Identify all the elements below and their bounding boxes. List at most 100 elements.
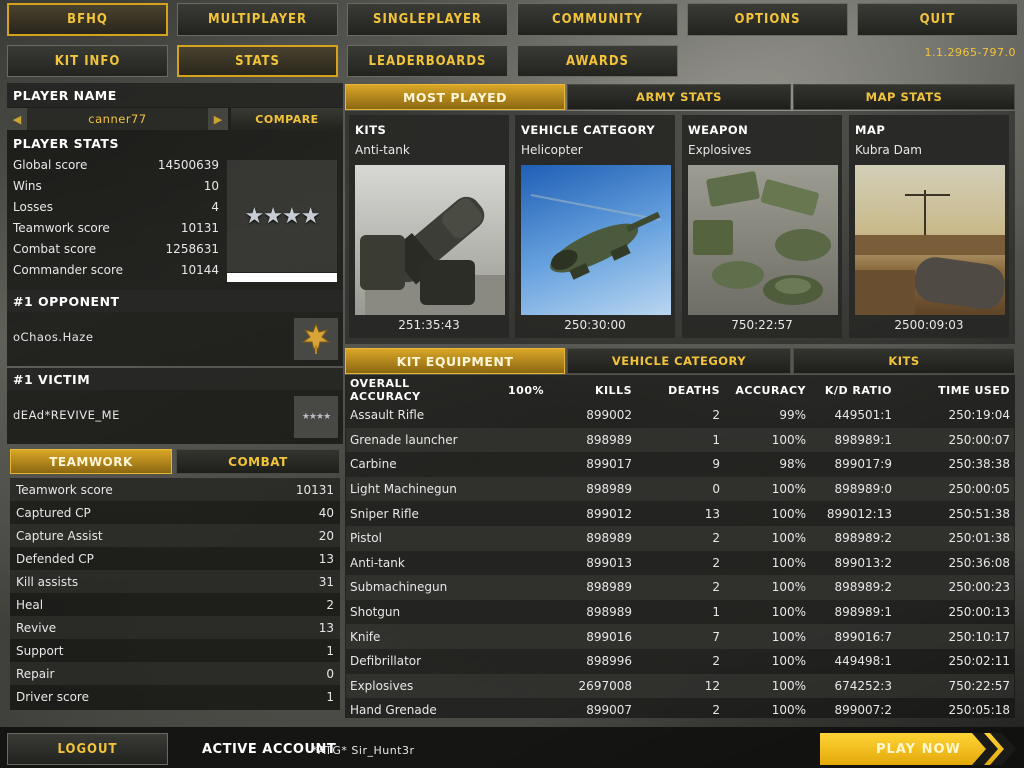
subnav-awards[interactable]: AWARDS [517, 45, 678, 77]
table-cell: 100% [724, 673, 810, 699]
table-cell: 2 [712, 703, 720, 718]
table-cell: 250:10:17 [896, 624, 1014, 649]
teamwork-row: Support 1 [10, 639, 340, 662]
teamwork-row: Heal 2 [10, 593, 340, 616]
table-cell: 1 [712, 605, 720, 620]
teamwork-value: 31 [318, 574, 334, 589]
table-cell: 898989:1 [810, 427, 896, 453]
table-cell [488, 698, 548, 723]
opponent-rank-badge [294, 318, 338, 360]
subnav-kit-info[interactable]: KIT INFO [7, 45, 168, 77]
card-time: 2500:09:03 [894, 318, 964, 332]
table-row: Anti-tank 899013 2 100% 899013:2 250:36:08 [346, 551, 1014, 576]
stat-value: 14500639 [157, 157, 219, 172]
tab-most-played[interactable]: MOST PLAYED [345, 84, 565, 110]
teamwork-row: Kill assists 31 [10, 570, 340, 593]
table-cell: 899013:2 [834, 555, 893, 570]
most-played-vehicle-card[interactable]: VEHICLE CATEGORY Helicopter 250:30:00 [515, 115, 675, 338]
table-cell: 250:00:07 [896, 427, 1014, 453]
tab-combat[interactable]: COMBAT [176, 449, 340, 474]
teamwork-label: Kill assists [16, 574, 79, 589]
teamwork-value: 1 [326, 689, 334, 704]
card-title: VEHICLE CATEGORY [521, 123, 656, 137]
nav-quit[interactable]: QUIT [857, 3, 1018, 36]
table-cell: 250:05:18 [948, 703, 1010, 718]
table-cell: 674252:3 [810, 673, 896, 699]
weapon-name-cell: Sniper Rifle [350, 506, 419, 521]
nav-multiplayer[interactable]: MULTIPLAYER [177, 3, 338, 36]
tab-kits[interactable]: KITS [793, 348, 1015, 374]
nav-community[interactable]: COMMUNITY [517, 3, 678, 36]
table-cell: 2 [712, 408, 720, 423]
most-played-map-card[interactable]: MAP Kubra Dam 2500:09:03 [849, 115, 1009, 338]
table-row: Pistol 898989 2 100% 898989:2 250:01:38 [346, 525, 1014, 551]
subnav-stats[interactable]: STATS [177, 45, 338, 77]
stat-value: 1258631 [165, 241, 219, 256]
teamwork-label: Captured CP [16, 505, 91, 520]
table-cell: 250:00:05 [896, 476, 1014, 502]
stat-label: Combat score [13, 241, 97, 256]
table-cell: 100% [771, 605, 806, 620]
card-value: Helicopter [521, 143, 583, 157]
table-cell: 898996 [586, 654, 632, 669]
table-cell: 100% [771, 703, 806, 718]
logout-button[interactable]: LOGOUT [7, 733, 168, 765]
nav-options[interactable]: OPTIONS [687, 3, 848, 36]
table-cell: 250:00:23 [896, 575, 1014, 600]
table-row: Knife 899016 7 100% 899016:7 250:10:17 [346, 624, 1014, 649]
weapon-name-cell: Submachinegun [346, 575, 488, 600]
table-cell: 2697008 [548, 673, 636, 699]
teamwork-row: Revive 13 [10, 616, 340, 639]
opponent-panel: #1 OPPONENT oChaos.Haze [7, 290, 343, 366]
table-cell: 250:36:08 [948, 555, 1010, 570]
stat-row: Combat score 1258631 [7, 238, 225, 259]
table-cell: 750:22:57 [896, 673, 1014, 699]
subnav-leaderboards[interactable]: LEADERBOARDS [347, 45, 508, 77]
stat-value: 10144 [180, 262, 219, 277]
tab-army-stats[interactable]: ARMY STATS [567, 84, 791, 110]
teamwork-label: Repair [16, 666, 55, 681]
stat-row: Wins 10 [7, 175, 225, 196]
active-account-name: *ATG* Sir_Hunt3r [312, 744, 415, 757]
table-cell: 449498:1 [834, 654, 893, 669]
table-row: Grenade launcher 898989 1 100% 898989:1 250:0… [346, 427, 1014, 453]
most-played-weapon-card[interactable]: WEAPON Explosives 750:22:57 [682, 115, 842, 338]
column-header: K/D RATIO [824, 383, 892, 397]
card-value: Explosives [688, 143, 752, 157]
play-now-label: PLAY NOW [876, 741, 961, 757]
compare-button[interactable]: COMPARE [231, 108, 343, 130]
table-cell: 449501:1 [834, 408, 893, 423]
teamwork-stats-list: Teamwork score 10131 Captured CP 40 Captur… [10, 478, 340, 710]
tab-vehicle-category[interactable]: VEHICLE CATEGORY [567, 348, 791, 374]
table-cell: 899002 [586, 408, 632, 423]
teamwork-row: Driver score 1 [10, 685, 340, 708]
teamwork-value: 10131 [295, 482, 334, 497]
table-cell: 100% [724, 476, 810, 502]
stat-row: Global score 14500639 [7, 154, 225, 175]
table-cell: 898989:0 [810, 476, 896, 502]
tab-kit-equipment[interactable]: KIT EQUIPMENT [345, 348, 565, 374]
table-row: Assault Rifle 899002 2 99% 449501:1 250:19:04 [346, 403, 1014, 428]
stat-value: 10 [203, 178, 219, 193]
tab-teamwork[interactable]: TEAMWORK [10, 449, 172, 474]
nav-bfhq[interactable]: BFHQ [7, 3, 168, 36]
card-title: MAP [855, 123, 886, 137]
teamwork-label: Teamwork score [16, 482, 113, 497]
rank-insignia: ★★★★ [227, 160, 337, 272]
previous-player-arrow-icon[interactable]: ◀ [7, 108, 27, 130]
oak-leaf-rank-icon [301, 322, 331, 354]
tab-map-stats[interactable]: MAP STATS [793, 84, 1015, 110]
victim-name: dEAd*REVIVE_ME [13, 408, 120, 422]
player-stats-header: PLAYER STATS [13, 135, 119, 151]
card-value: Anti-tank [355, 143, 410, 157]
table-cell: 899017 [586, 457, 632, 472]
nav-singleplayer[interactable]: SINGLEPLAYER [347, 3, 508, 36]
teamwork-row: Capture Assist 20 [10, 524, 340, 547]
table-cell: 898989:2 [810, 525, 896, 551]
table-cell: 99% [779, 408, 806, 423]
table-cell: 100% [724, 624, 810, 649]
column-header: TIME USED [938, 383, 1010, 397]
column-header: DEATHS [668, 383, 720, 397]
next-player-arrow-icon[interactable]: ▶ [208, 108, 228, 130]
most-played-kit-card[interactable]: KITS Anti-tank 251:35:43 [349, 115, 509, 338]
